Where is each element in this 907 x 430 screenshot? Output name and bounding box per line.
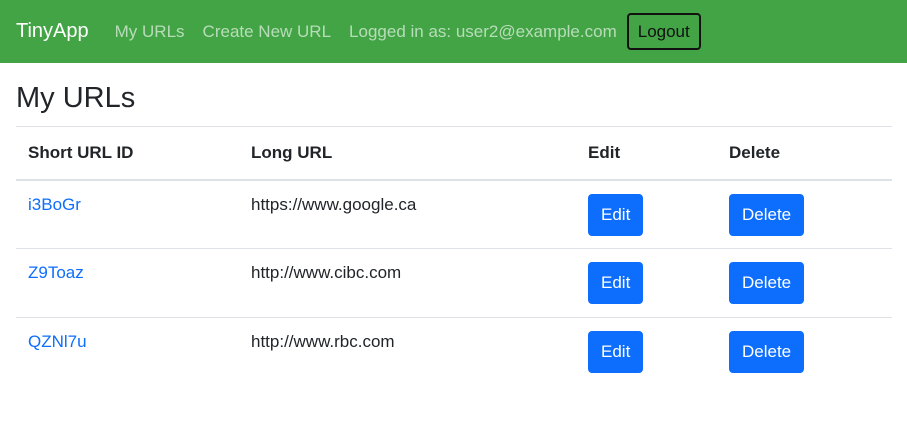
edit-button[interactable]: Edit	[588, 193, 644, 236]
nav-link-my-urls[interactable]: My URLs	[115, 22, 185, 42]
brand-link[interactable]: TinyApp	[16, 20, 89, 43]
delete-button[interactable]: Delete	[729, 331, 805, 373]
short-url-cell: QZNl7u	[16, 318, 239, 387]
edit-button[interactable]: Edit	[588, 331, 644, 373]
column-header-delete: Delete	[729, 142, 781, 162]
delete-button[interactable]: Delete	[729, 193, 805, 236]
header-row: Short URL ID Long URL Edit Delete	[16, 126, 892, 180]
long-url-cell: http://www.cibc.com	[251, 263, 402, 282]
short-url-cell: i3BoGr	[16, 180, 239, 249]
nav-link-create-new-url[interactable]: Create New URL	[203, 22, 332, 42]
navbar: TinyApp My URLs Create New URL Logged in…	[0, 0, 907, 63]
delete-cell: Delete	[717, 180, 892, 249]
short-url-link[interactable]: i3BoGr	[28, 195, 81, 214]
table-row: Z9Toaz http://www.cibc.com Edit Delete	[16, 249, 892, 318]
long-url-cell: http://www.rbc.com	[251, 332, 395, 351]
short-url-link[interactable]: QZNl7u	[28, 332, 87, 351]
logout-button[interactable]: Logout	[626, 13, 701, 50]
long-url-cell: https://www.google.ca	[251, 194, 417, 214]
table-row: QZNl7u http://www.rbc.com Edit Delete	[16, 318, 892, 387]
edit-cell: Edit	[576, 180, 717, 249]
column-header-short-url-id: Short URL ID	[28, 142, 134, 162]
table-row: i3BoGr https://www.google.ca Edit Delete	[16, 180, 892, 249]
table-body: i3BoGr https://www.google.ca Edit Delete…	[16, 180, 892, 387]
column-header-edit: Edit	[588, 142, 621, 162]
table-header: Short URL ID Long URL Edit Delete	[16, 126, 892, 180]
delete-cell: Delete	[717, 249, 892, 318]
page-title: My URLs	[16, 82, 136, 114]
column-header-long-url: Long URL	[251, 142, 333, 162]
short-url-link[interactable]: Z9Toaz	[28, 263, 84, 282]
edit-button[interactable]: Edit	[588, 262, 644, 304]
urls-table: Short URL ID Long URL Edit Delete i3BoGr…	[16, 126, 892, 387]
delete-cell: Delete	[717, 318, 892, 387]
logged-in-status: Logged in as: user2@example.com	[349, 21, 617, 41]
delete-button[interactable]: Delete	[729, 262, 805, 304]
short-url-cell: Z9Toaz	[16, 249, 239, 318]
edit-cell: Edit	[576, 249, 717, 318]
edit-cell: Edit	[576, 318, 717, 387]
